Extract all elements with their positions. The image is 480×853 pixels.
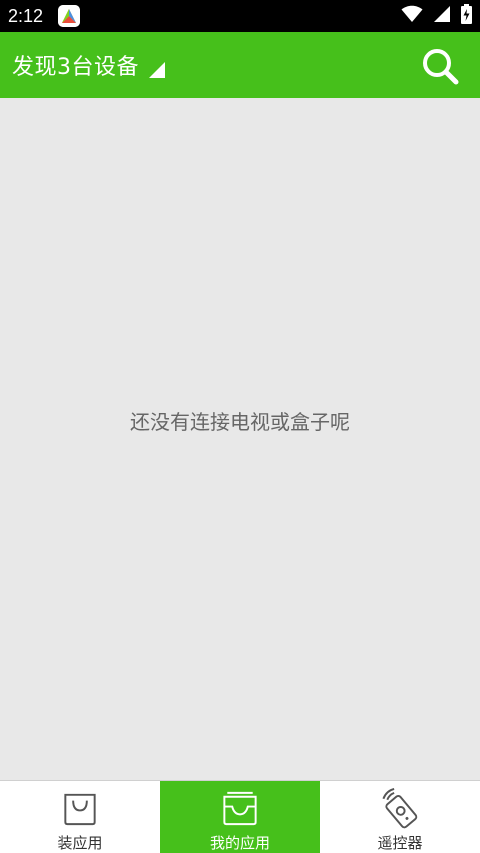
nav-item-remote-control[interactable]: 遥控器 [320, 781, 480, 853]
screen: 2:12 发现3台设备 还没有连接电视或盒子呢 装应用 我的应用 遥控器 [0, 0, 480, 853]
nav-label-my-apps: 我的应用 [209, 834, 270, 852]
shopping-bag-icon [64, 793, 96, 826]
nav-label-remote-control: 遥控器 [377, 834, 423, 852]
status-time: 2:12 [8, 6, 44, 26]
empty-state-message: 还没有连接电视或盒子呢 [130, 410, 350, 434]
cell-signal-icon [433, 5, 451, 27]
status-bar: 2:12 [0, 0, 480, 32]
nav-item-install-apps[interactable]: 装应用 [0, 781, 160, 853]
battery-charging-icon [461, 4, 472, 28]
nav-item-my-apps[interactable]: 我的应用 [160, 781, 320, 853]
remote-control-icon [382, 788, 418, 829]
app-bar: 发现3台设备 [0, 32, 480, 98]
search-button[interactable] [420, 46, 460, 86]
app-notification-icon [58, 5, 80, 27]
wifi-icon [401, 5, 423, 27]
device-selector[interactable]: 发现3台设备 [12, 32, 165, 98]
bottom-nav: 装应用 我的应用 遥控器 [0, 780, 480, 853]
status-icons [401, 4, 472, 28]
nav-label-install-apps: 装应用 [57, 834, 103, 852]
search-icon [423, 49, 459, 85]
app-title: 发现3台设备 [12, 55, 139, 80]
inbox-tray-icon [223, 791, 257, 826]
triangle-dropdown-icon [149, 62, 165, 78]
main-content: 还没有连接电视或盒子呢 [0, 98, 480, 780]
